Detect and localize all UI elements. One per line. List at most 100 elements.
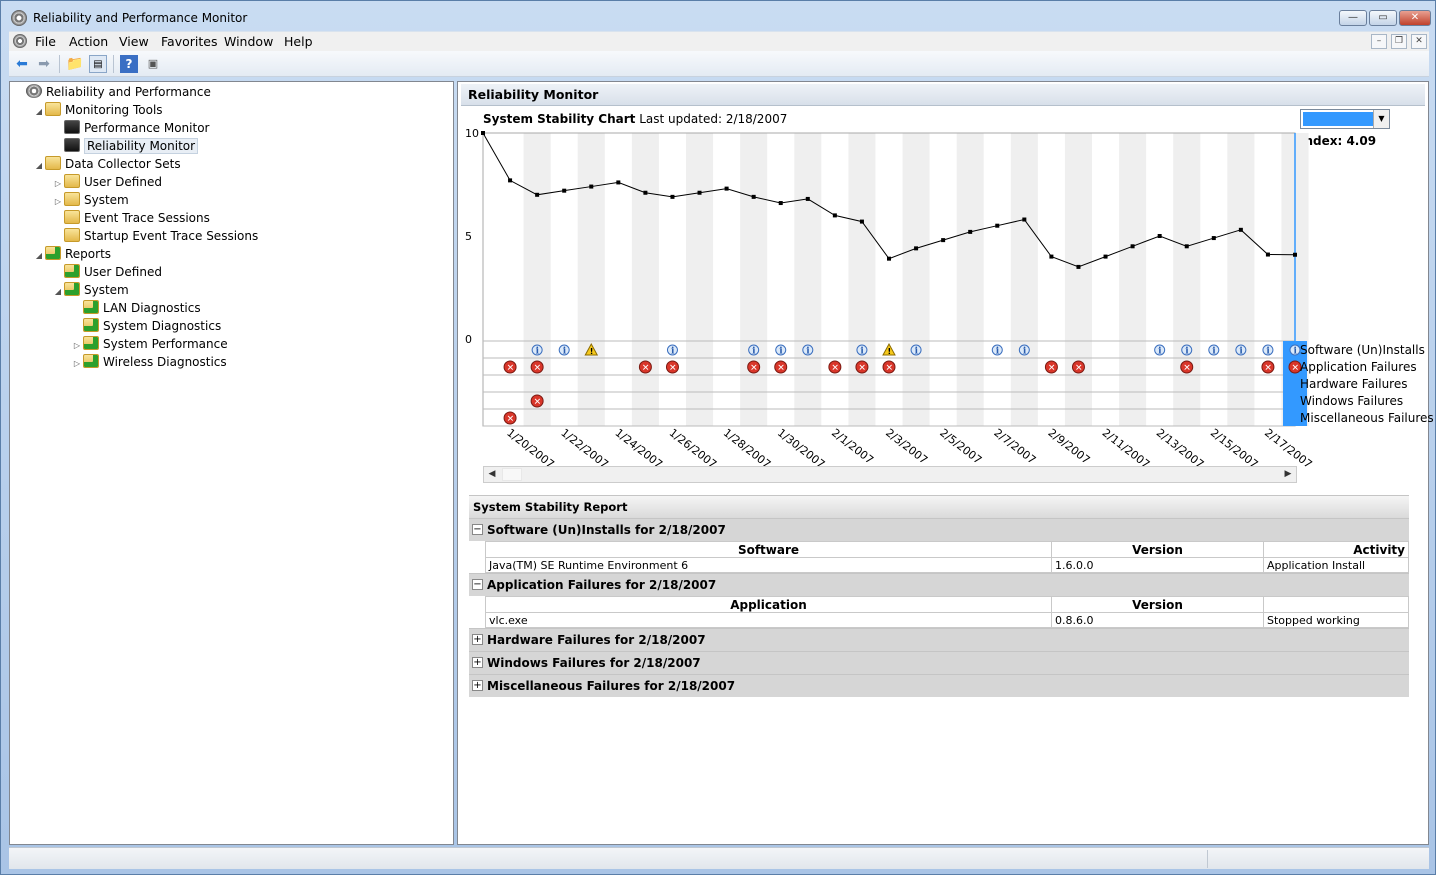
folder-icon: [45, 102, 61, 116]
stability-point[interactable]: [562, 188, 567, 193]
stability-point[interactable]: [778, 201, 783, 206]
mdi-close-button[interactable]: ✕: [1411, 34, 1427, 49]
windows-failures-section[interactable]: + Windows Failures for 2/18/2007: [469, 651, 1409, 674]
stability-point[interactable]: [697, 190, 702, 195]
table-row[interactable]: Java(TM) SE Runtime Environment 6 1.6.0.…: [485, 557, 1409, 573]
stability-point[interactable]: [616, 180, 621, 185]
stability-point[interactable]: [1184, 244, 1189, 249]
stability-point[interactable]: [914, 246, 919, 251]
column-header[interactable]: Version: [1051, 541, 1264, 558]
stability-point[interactable]: [1103, 254, 1108, 259]
stability-point[interactable]: [670, 194, 675, 199]
collapse-toggle[interactable]: −: [472, 524, 483, 535]
expand-toggle[interactable]: +: [472, 634, 483, 645]
stability-point[interactable]: [751, 194, 756, 199]
table-row[interactable]: vlc.exe 0.8.6.0 Stopped working: [485, 612, 1409, 628]
minimize-button[interactable]: —: [1339, 10, 1367, 26]
expand-toggle[interactable]: +: [472, 657, 483, 668]
stability-point[interactable]: [724, 186, 729, 191]
column-header[interactable]: Version: [1051, 596, 1264, 613]
folder-icon: [83, 354, 99, 368]
scroll-right-icon[interactable]: ▶: [1280, 467, 1296, 482]
menu-file[interactable]: File: [35, 33, 56, 50]
menu-window[interactable]: Window: [224, 33, 273, 50]
software-installs-section[interactable]: − Software (Un)Installs for 2/18/2007: [469, 518, 1409, 541]
application-failures-section[interactable]: − Application Failures for 2/18/2007: [469, 573, 1409, 596]
menu-view[interactable]: View: [119, 33, 149, 50]
tree-item[interactable]: ◢ System: [52, 281, 129, 299]
stability-point[interactable]: [887, 256, 891, 261]
tree-item[interactable]: Startup Event Trace Sessions: [52, 227, 258, 245]
show-hide-tree-icon[interactable]: ▤: [89, 55, 107, 73]
expand-arrow-icon[interactable]: ◢: [33, 103, 45, 121]
tree-item[interactable]: ▷ System: [52, 191, 129, 209]
mdi-restore-button[interactable]: ❐: [1391, 34, 1407, 49]
stability-point[interactable]: [1238, 227, 1243, 232]
expand-toggle[interactable]: +: [472, 680, 483, 691]
tree-item[interactable]: ◢ Data Collector Sets: [33, 155, 181, 173]
stability-point[interactable]: [968, 229, 973, 234]
stability-point[interactable]: [643, 190, 648, 195]
tree-item-label: Performance Monitor: [84, 121, 210, 135]
stability-point[interactable]: [941, 238, 946, 243]
column-header[interactable]: Software: [485, 541, 1052, 558]
stability-point[interactable]: [995, 223, 1000, 228]
stability-point[interactable]: [508, 178, 513, 183]
help-icon[interactable]: ?: [120, 55, 138, 73]
stability-point[interactable]: [859, 219, 864, 224]
x-tick-label: 1/24/2007: [612, 426, 664, 471]
stability-point[interactable]: [1022, 217, 1027, 222]
menu-help[interactable]: Help: [284, 33, 313, 50]
up-folder-icon[interactable]: 📁: [66, 55, 84, 73]
stability-point[interactable]: [1211, 236, 1216, 241]
stability-point[interactable]: [1076, 264, 1081, 269]
back-arrow-icon[interactable]: ⬅: [13, 55, 31, 73]
close-button[interactable]: ✕: [1399, 10, 1431, 26]
stability-point[interactable]: [1293, 252, 1297, 257]
column-header[interactable]: Activity: [1263, 541, 1409, 558]
stability-point[interactable]: [1130, 244, 1135, 249]
expand-arrow-icon[interactable]: ◢: [52, 283, 64, 301]
column-header[interactable]: Application: [485, 596, 1052, 613]
maximize-button[interactable]: ▭: [1369, 10, 1397, 26]
tree-item[interactable]: Performance Monitor: [52, 119, 209, 137]
tree-item[interactable]: Reliability and Performance: [14, 83, 211, 101]
tree-item[interactable]: ◢ Reports: [33, 245, 111, 263]
tree-item[interactable]: ▷ User Defined: [52, 173, 162, 191]
stability-point[interactable]: [589, 184, 594, 189]
properties-icon[interactable]: ▣: [144, 55, 162, 73]
menu-favorites[interactable]: Favorites: [161, 33, 217, 50]
software-installs-table: Software Version Activity Java(TM) SE Ru…: [485, 541, 1409, 573]
stability-chart[interactable]: 1050i i i i i i i i i i i i i i i i! !✕ ✕ ✕ ✕ ✕ ✕ ✕ ✕ ✕ ✕ ✕ ✕ ✕ ✕✕✕So…: [458, 82, 1434, 471]
title-bar[interactable]: Reliability and Performance Monitor — ▭ …: [1, 1, 1435, 33]
tree-item[interactable]: ◢ Monitoring Tools: [33, 101, 163, 119]
stability-point[interactable]: [1157, 234, 1162, 238]
menu-action[interactable]: Action: [69, 33, 108, 50]
tree-item[interactable]: ▷ Wireless Diagnostics: [71, 353, 227, 371]
tree-item[interactable]: LAN Diagnostics: [71, 299, 201, 317]
hardware-failures-section[interactable]: + Hardware Failures for 2/18/2007: [469, 628, 1409, 651]
stability-point[interactable]: [1265, 252, 1270, 257]
expand-arrow-icon[interactable]: ◢: [33, 247, 45, 265]
tree-item[interactable]: User Defined: [52, 263, 162, 281]
scroll-thumb[interactable]: [502, 468, 522, 481]
collapse-toggle[interactable]: −: [472, 579, 483, 590]
tree-item[interactable]: Reliability Monitor: [52, 137, 199, 155]
stability-point[interactable]: [1049, 254, 1054, 259]
column-header[interactable]: [1263, 596, 1409, 613]
console-icon[interactable]: [13, 34, 27, 48]
expand-arrow-icon[interactable]: ▷: [71, 355, 83, 373]
tree-item[interactable]: System Diagnostics: [71, 317, 221, 335]
tree-item[interactable]: ▷ System Performance: [71, 335, 228, 353]
stability-point[interactable]: [535, 192, 540, 197]
stability-point[interactable]: [832, 213, 837, 218]
expand-arrow-icon[interactable]: ◢: [33, 157, 45, 175]
chart-horizontal-scrollbar[interactable]: ◀ ▶: [483, 466, 1297, 483]
tree-item[interactable]: Event Trace Sessions: [52, 209, 210, 227]
stability-point[interactable]: [805, 196, 810, 201]
mdi-minimize-button[interactable]: –: [1371, 34, 1387, 49]
stability-point[interactable]: [481, 131, 485, 135]
miscellaneous-failures-section[interactable]: + Miscellaneous Failures for 2/18/2007: [469, 674, 1409, 697]
scroll-left-icon[interactable]: ◀: [484, 467, 500, 482]
forward-arrow-icon[interactable]: ➡: [35, 55, 53, 73]
